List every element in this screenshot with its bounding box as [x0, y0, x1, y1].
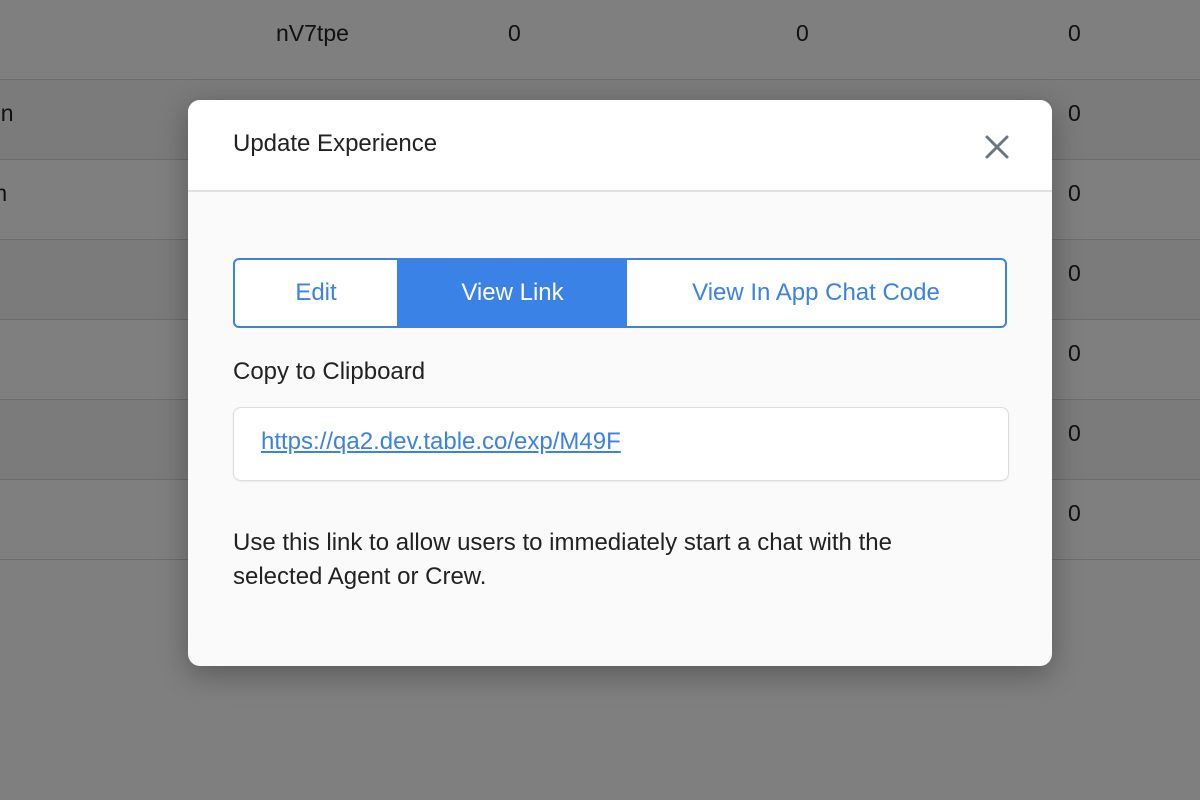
experience-link[interactable]: https://qa2.dev.table.co/exp/M49F — [261, 428, 621, 456]
view-mode-tabs: Edit View Link View In App Chat Code — [233, 258, 1007, 328]
modal-header: Update Experience — [188, 100, 1052, 192]
close-icon — [985, 135, 1009, 159]
tab-view-link[interactable]: View Link — [398, 260, 627, 326]
link-copy-box[interactable]: https://qa2.dev.table.co/exp/M49F — [233, 407, 1009, 481]
update-experience-modal: Update Experience Edit View Link View In… — [188, 100, 1052, 666]
tab-view-in-app-chat-code[interactable]: View In App Chat Code — [627, 260, 1005, 326]
tab-edit[interactable]: Edit — [235, 260, 398, 326]
copy-to-clipboard-label: Copy to Clipboard — [233, 358, 426, 385]
close-button[interactable] — [982, 132, 1012, 162]
modal-title: Update Experience — [233, 130, 438, 157]
help-text: Use this link to allow users to immediat… — [233, 529, 892, 590]
